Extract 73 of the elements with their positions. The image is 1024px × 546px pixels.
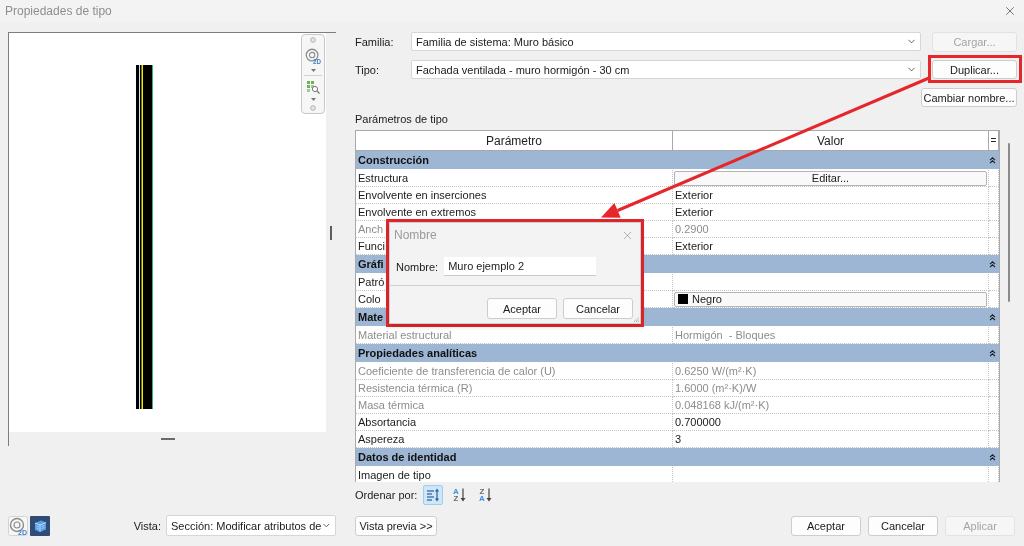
category-label: Gráfi (358, 258, 384, 270)
parameter-value: Exterior (675, 240, 713, 252)
down-arrow-icon (459, 488, 466, 502)
caret-icon[interactable] (310, 68, 316, 72)
collapse-icon[interactable] (989, 313, 996, 321)
scrollbar-thumb[interactable] (1007, 143, 1010, 302)
parameter-name: Imagen de tipo (358, 469, 431, 481)
collapse-icon[interactable] (989, 156, 996, 164)
value-button[interactable]: Editar... (674, 170, 987, 186)
parameter-value: Exterior (675, 206, 713, 218)
dialog-button[interactable]: Cancelar (563, 298, 633, 319)
category-label: Mate (358, 311, 384, 323)
sort-button[interactable] (423, 485, 444, 505)
resize-grip-icon[interactable] (634, 317, 639, 322)
view-label: Vista: (133, 519, 161, 532)
zoom-icon[interactable] (306, 80, 320, 95)
parameter-value: 0.6250 W/(m²·K) (675, 365, 757, 377)
family-select[interactable]: Familia de sistema: Muro básico (411, 32, 921, 51)
list-sort-icon (426, 488, 441, 502)
down-arrow-icon (485, 488, 492, 502)
field-label: Nombre: (396, 260, 439, 273)
collapse-icon[interactable] (989, 453, 996, 461)
sort-label: Ordenar por: (355, 489, 418, 501)
section-title: Parámetros de tipo (355, 113, 449, 125)
parameter-value: 0.2900 (675, 223, 709, 235)
parameter-value: Exterior (675, 189, 713, 201)
name-input[interactable]: Muro ejemplo 2 (444, 257, 597, 276)
category-label: Datos de identidad (358, 451, 457, 463)
color-button[interactable]: Negro (674, 291, 987, 307)
category-label: Propiedades analíticas (358, 347, 478, 359)
field-label: Familia: (355, 35, 395, 48)
footer-button[interactable]: Cancelar (868, 516, 938, 536)
grip-dot-icon (310, 37, 316, 43)
parameter-name: Resistencia térmica (R) (358, 382, 473, 394)
parameter-name: Envolvente en extremos (358, 206, 476, 218)
close-icon[interactable] (1003, 4, 1017, 18)
parameter-name: Coeficiente de transferencia de calor (U) (358, 365, 556, 377)
view-select[interactable]: Sección: Modificar atributos de (166, 515, 336, 536)
sort-button[interactable]: Z A (475, 485, 496, 505)
window-title: Propiedades de tipo (5, 4, 112, 18)
category-label: Construcción (358, 154, 429, 166)
parameter-name: Absortancia (358, 416, 417, 428)
parameter-value: 0.048168 kJ/(m²·K) (675, 399, 770, 411)
parameter-name: Colo (358, 293, 381, 305)
parameter-name: Estructura (358, 172, 409, 184)
parameter-value: 0.700000 (675, 416, 721, 428)
parameter-name: Aspereza (358, 433, 405, 445)
cube-icon[interactable] (30, 515, 50, 536)
parameter-value: 3 (675, 433, 682, 445)
grip-dot-icon (310, 104, 316, 111)
parameter-name: Material estructural (358, 329, 452, 341)
preview-button[interactable]: Vista previa >> (355, 516, 437, 536)
resize-handle[interactable] (160, 438, 175, 440)
parameter-name: Envolvente en inserciones (358, 189, 487, 201)
parameter-name: Funci (358, 240, 385, 252)
duplicate-button[interactable]: Duplicar... (932, 60, 1017, 79)
parameter-value: 1.6000 (m²·K)/W (675, 382, 757, 394)
parameter-name: Masa térmica (358, 399, 425, 411)
sort-button[interactable]: A Z (449, 485, 470, 505)
caret-icon[interactable] (310, 98, 316, 102)
parameter-name: Patró (358, 276, 385, 288)
collapse-icon[interactable] (989, 349, 996, 357)
field-label: Tipo: (355, 63, 381, 76)
dialog-title: Nombre (394, 228, 437, 242)
type-select[interactable]: Fachada ventilada - muro hormigón - 30 cm (411, 60, 921, 79)
rename-button[interactable]: Cambiar nombre... (921, 88, 1017, 107)
collapse-icon[interactable] (989, 260, 996, 268)
dialog-button[interactable]: Aceptar (487, 298, 557, 319)
value-field[interactable] (673, 274, 989, 291)
resize-handle[interactable] (330, 225, 332, 240)
footer-button[interactable]: Aceptar (791, 516, 861, 536)
parameter-value: Hormigón - Bloques (675, 329, 776, 341)
parameter-name: Anch (358, 223, 384, 235)
